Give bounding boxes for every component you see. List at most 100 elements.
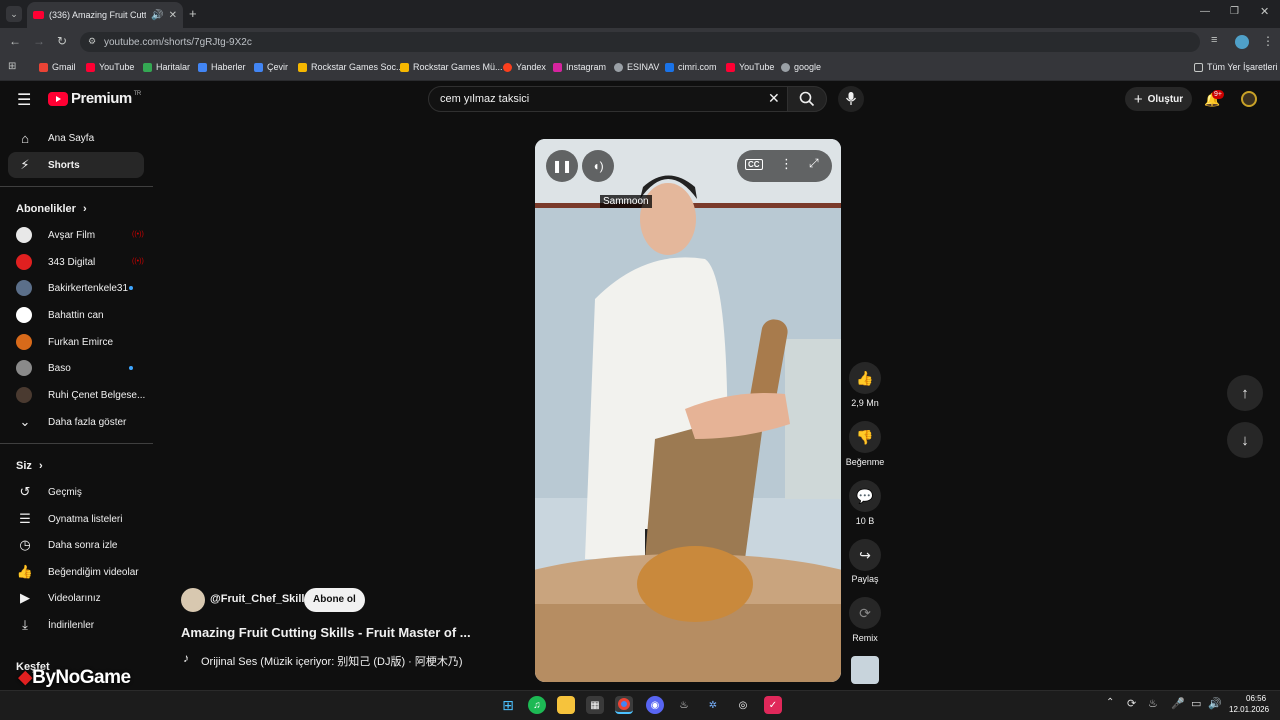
volume-button[interactable]: ◖) [582,150,614,182]
sidebar-sub-343-digital[interactable]: 343 Digital ((•)) [8,249,144,275]
discord-icon[interactable]: ◉ [646,696,664,714]
like-button[interactable]: 👍 [849,362,881,394]
forward-icon[interactable]: → [33,34,45,48]
bookmark-rockstar-music[interactable]: Rockstar Games Mü... [400,62,503,72]
profile-avatar[interactable] [1235,35,1249,49]
captions-icon[interactable]: CC [745,159,763,170]
bookmark-youtube-2[interactable]: YouTube [726,62,774,72]
browser-menu-icon[interactable]: ⋮ [1262,34,1274,48]
history-icon: ↺ [19,484,31,499]
bookmark-cimri[interactable]: cimri.com [665,62,717,72]
media-control-icon[interactable]: ≡ [1211,34,1217,46]
restore-button[interactable]: ❐ [1230,6,1239,17]
sidebar-item-history[interactable]: ↺ Geçmiş [8,479,144,505]
sidebar-item-home[interactable]: ⌂ Ana Sayfa [8,125,144,151]
search-input[interactable]: cem yılmaz taksici ✕ [428,86,788,112]
sidebar-item-playlists[interactable]: ☰ Oynatma listeleri [8,506,144,532]
bookmark-haritalar[interactable]: Haritalar [143,62,190,72]
clear-search-icon[interactable]: ✕ [768,90,780,107]
steam-icon[interactable]: ♨ [675,696,693,714]
network-app-icon[interactable]: ✲ [704,696,722,714]
app-icon[interactable]: ◎ [734,696,752,714]
bookmark-cevir[interactable]: Çevir [254,62,288,72]
tray-sync-icon[interactable]: ⟳ [1127,697,1136,710]
dislike-button[interactable]: 👎 [849,421,881,453]
account-avatar[interactable] [1241,91,1257,107]
new-tab-button[interactable]: + [189,6,197,21]
bookmark-gmail[interactable]: Gmail [39,62,76,72]
tab-search-button[interactable]: ⌄ [6,6,22,22]
back-icon[interactable]: ← [9,34,21,48]
bookmark-esinav[interactable]: ESINAV [614,62,659,72]
remix-button[interactable]: ⟳ [849,597,881,629]
channel-avatar [16,387,32,403]
previous-short-button[interactable]: ↑ [1227,375,1263,411]
share-button[interactable]: ↪ [849,539,881,571]
store-icon[interactable]: ▦ [586,696,604,714]
you-header[interactable]: Siz › [16,460,43,472]
tray-overflow-icon[interactable]: ⌃ [1106,697,1114,708]
chevron-right-icon: › [82,203,87,215]
channel-avatar[interactable] [181,588,205,612]
sidebar-sub-baso[interactable]: Baso [8,355,144,381]
bookmark-instagram[interactable]: Instagram [553,62,606,72]
channel-handle[interactable]: @Fruit_Chef_Skills [210,593,311,605]
sidebar-show-more[interactable]: ⌄ Daha fazla göster [8,409,144,435]
reload-icon[interactable]: ↻ [57,34,67,48]
comment-icon: 💬 [856,487,874,504]
minimize-button[interactable]: — [1200,6,1210,17]
next-short-button[interactable]: ↓ [1227,422,1263,458]
voice-search-button[interactable] [838,86,864,112]
more-options-icon[interactable]: ⋮ [780,156,793,172]
sidebar-item-your-videos[interactable]: ▶ Videolarınız [8,585,144,611]
all-bookmarks[interactable]: Tüm Yer İşaretleri [1194,62,1278,72]
bookmark-rockstar-social[interactable]: Rockstar Games Soc... [298,62,404,72]
bookmark-google[interactable]: google [781,62,821,72]
tray-display-icon[interactable]: ▭ [1191,697,1201,710]
video-icon: ▶ [20,590,30,605]
spotify-icon[interactable]: ♫ [528,696,546,714]
browser-tab-active[interactable]: (336) Amazing Fruit Cutting 🔊 ✕ [27,2,183,28]
search-button[interactable] [787,86,827,112]
windows-start-icon[interactable]: ⊞ [499,696,517,714]
sidebar-sub-avsar-film[interactable]: Avşar Film ((•)) [8,222,144,248]
sidebar-item-shorts[interactable]: ⚡ Shorts [8,152,144,178]
short-video-player[interactable]: ❚❚ ◖) CC ⋮ ⤢ Sammoon [535,139,841,682]
tab-close-icon[interactable]: ✕ [169,10,177,21]
audio-info[interactable]: Orijinal Ses (Müzik içeriyor: 别知己 (DJ版) … [201,653,463,669]
sidebar-sub-furkan-emirce[interactable]: Furkan Emirce [8,329,144,355]
bookmark-haberler[interactable]: Haberler [198,62,246,72]
video-frame [535,139,841,682]
create-button[interactable]: + Oluştur [1125,87,1192,111]
sidebar-item-downloads[interactable]: ⤓ İndirilenler [8,612,144,638]
comments-button[interactable]: 💬 [849,480,881,512]
sidebar-item-watch-later[interactable]: ◷ Daha sonra izle [8,532,144,558]
apps-grid-icon[interactable]: ⊞ [8,61,16,72]
fullscreen-icon[interactable]: ⤢ [809,156,819,171]
chrome-icon[interactable] [615,696,633,714]
tray-volume-icon[interactable]: 🔊 [1208,697,1222,710]
short-title[interactable]: Amazing Fruit Cutting Skills - Fruit Mas… [181,625,471,640]
youtube-premium-logo[interactable]: Premium TR [48,90,141,107]
app-icon-red[interactable]: ✓ [764,696,782,714]
hamburger-menu-icon[interactable]: ☰ [17,90,31,110]
tray-steam-icon[interactable]: ♨ [1148,697,1158,710]
subscribe-button[interactable]: Abone ol [304,588,365,612]
speaker-icon[interactable]: 🔊 [151,10,163,21]
site-info-icon[interactable]: ⚙ [88,36,96,47]
subscriptions-header[interactable]: Abonelikler › [16,203,87,215]
sidebar-sub-bakirkertenkele31[interactable]: Bakirkertenkele31 [8,275,144,301]
tray-mic-icon[interactable]: 🎤 [1171,697,1185,710]
address-bar[interactable]: ⚙ youtube.com/shorts/7gRJtg-9X2c [80,32,1200,52]
sidebar-sub-bahattin-can[interactable]: Bahattin can [8,302,144,328]
sound-thumbnail[interactable] [851,656,879,684]
bookmark-youtube[interactable]: YouTube [86,62,134,72]
close-window-button[interactable]: ✕ [1260,5,1269,18]
bookmark-yandex[interactable]: Yandex [503,62,546,72]
file-explorer-icon[interactable] [557,696,575,714]
sidebar-item-liked-videos[interactable]: 👍 Beğendiğim videolar [8,559,144,585]
clock-date[interactable]: 12.01.2026 [1229,705,1269,714]
pause-button[interactable]: ❚❚ [546,150,578,182]
sidebar-sub-ruhi-cenet[interactable]: Ruhi Çenet Belgese... [8,382,145,408]
clock-time[interactable]: 06:56 [1246,694,1266,703]
